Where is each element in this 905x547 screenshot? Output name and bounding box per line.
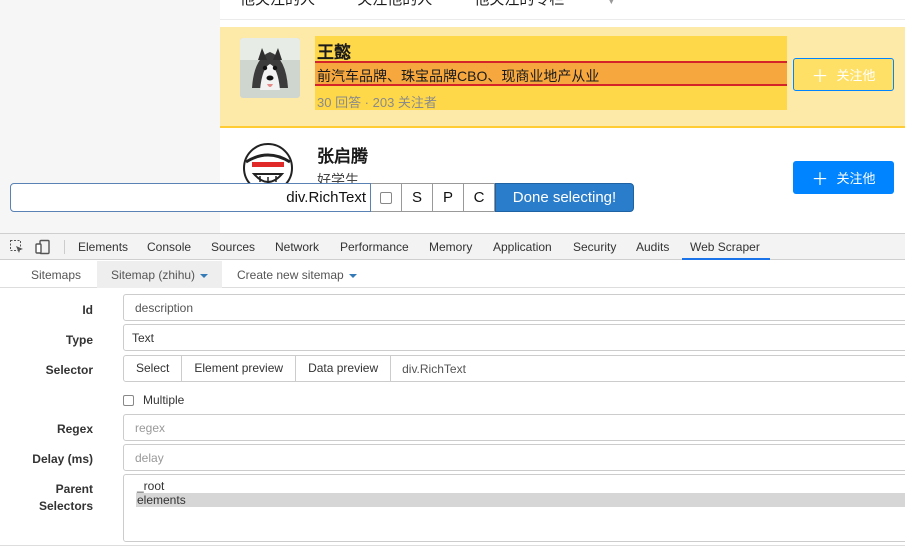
plus-icon: ＋: [811, 170, 829, 189]
tab-application[interactable]: Application: [493, 240, 552, 254]
follow-button-label: 关注他: [836, 68, 876, 83]
nav-current-sitemap[interactable]: Sitemap (zhihu): [97, 261, 223, 288]
tab-performance[interactable]: Performance: [340, 240, 409, 254]
multiple-label: Multiple: [143, 393, 185, 407]
devtools-panel: Elements Console Sources Network Perform…: [0, 233, 905, 547]
tab-network[interactable]: Network: [275, 240, 319, 254]
tab-security[interactable]: Security: [573, 240, 616, 254]
parent-selectors-list[interactable]: _root elements: [123, 474, 905, 542]
nav-current-sitemap-label: Sitemap (zhihu): [111, 268, 196, 282]
nav-create-sitemap-label: Create new sitemap: [237, 268, 344, 282]
follow-button[interactable]: ＋ 关注他: [793, 58, 894, 91]
tab-following[interactable]: 他关注的人: [240, 0, 315, 8]
inspect-element-icon[interactable]: [9, 239, 25, 255]
nav-sitemaps[interactable]: Sitemaps: [31, 261, 81, 288]
chevron-down-icon: [348, 273, 357, 278]
plus-icon: ＋: [811, 67, 829, 86]
selector-field[interactable]: div.RichText: [391, 355, 905, 382]
done-selecting-button[interactable]: Done selecting!: [495, 183, 634, 212]
regex-field[interactable]: regex: [123, 414, 905, 441]
follow-button-label: 关注他: [836, 171, 876, 186]
user-name[interactable]: 张启腾: [317, 142, 368, 167]
selector-toolbar: div.RichText S P C Done selecting!: [10, 183, 634, 212]
devtools-tabbar: Elements Console Sources Network Perform…: [0, 234, 905, 260]
selector-label: Selector: [45, 363, 93, 377]
divider: [64, 240, 65, 254]
tab-columns[interactable]: 他关注的专栏 ▼: [474, 0, 654, 8]
selector-group: Select Element preview Data preview div.…: [123, 355, 905, 382]
scraper-navbar: Sitemaps Sitemap (zhihu) Create new site…: [0, 261, 905, 288]
id-field[interactable]: description: [123, 294, 905, 321]
husky-avatar-image: [240, 38, 300, 98]
user-description[interactable]: 前汽车品牌、珠宝品牌CBO、现商业地产从业: [315, 61, 787, 86]
type-select[interactable]: Text: [123, 324, 905, 351]
profile-tabs: 他关注的人 关注他的人 他关注的专栏 ▼: [240, 0, 692, 9]
select-button[interactable]: Select: [123, 355, 183, 382]
regex-label: Regex: [56, 422, 93, 436]
id-label: Id: [82, 303, 93, 317]
divider: [220, 19, 905, 20]
multiple-checkbox[interactable]: [123, 394, 134, 406]
enable-key-checkbox[interactable]: [371, 183, 402, 212]
tab-console[interactable]: Console: [147, 240, 191, 254]
select-s-button[interactable]: S: [402, 183, 433, 212]
screen: 他关注的人 关注他的人 他关注的专栏 ▼: [0, 0, 905, 547]
parent-selectors-label-line2: Selectors: [38, 499, 93, 513]
tab-followers[interactable]: 关注他的人: [357, 0, 432, 8]
follow-button[interactable]: ＋ 关注他: [793, 161, 894, 194]
device-toolbar-icon[interactable]: [35, 239, 51, 255]
parent-selectors-label-line1: Parent: [55, 482, 93, 496]
parent-option-elements[interactable]: elements: [136, 493, 905, 507]
tab-memory[interactable]: Memory: [429, 240, 472, 254]
active-tab-indicator: [682, 258, 770, 260]
user-name[interactable]: 王懿: [317, 38, 351, 63]
divider: [0, 545, 905, 546]
select-child-button[interactable]: C: [464, 183, 495, 212]
data-preview-button[interactable]: Data preview: [296, 355, 392, 382]
parent-option-root[interactable]: _root: [124, 479, 905, 493]
tab-elements[interactable]: Elements: [78, 240, 128, 254]
select-parent-button[interactable]: P: [433, 183, 464, 212]
nav-create-sitemap[interactable]: Create new sitemap: [237, 261, 357, 288]
type-label: Type: [65, 333, 93, 347]
chevron-down-icon: ▼: [606, 0, 617, 7]
tab-web-scraper[interactable]: Web Scraper: [690, 240, 760, 254]
delay-field[interactable]: delay: [123, 444, 905, 471]
element-preview-button[interactable]: Element preview: [182, 355, 297, 382]
tab-audits[interactable]: Audits: [636, 240, 669, 254]
avatar[interactable]: [240, 38, 300, 98]
list-item: 张启腾 好学生 ＋ 关注他: [220, 130, 905, 233]
chevron-down-icon: [200, 273, 209, 278]
checkbox-box: [380, 191, 392, 204]
user-stats: 30 回答 · 203 关注者: [317, 95, 437, 110]
delay-label: Delay (ms): [32, 452, 93, 466]
multiple-option[interactable]: Multiple: [123, 393, 184, 407]
selector-input[interactable]: div.RichText: [10, 183, 371, 212]
list-item: 王懿 前汽车品牌、珠宝品牌CBO、现商业地产从业 30 回答 · 203 关注者…: [220, 27, 905, 128]
tab-columns-label: 他关注的专栏: [474, 0, 564, 8]
tab-sources[interactable]: Sources: [211, 240, 255, 254]
